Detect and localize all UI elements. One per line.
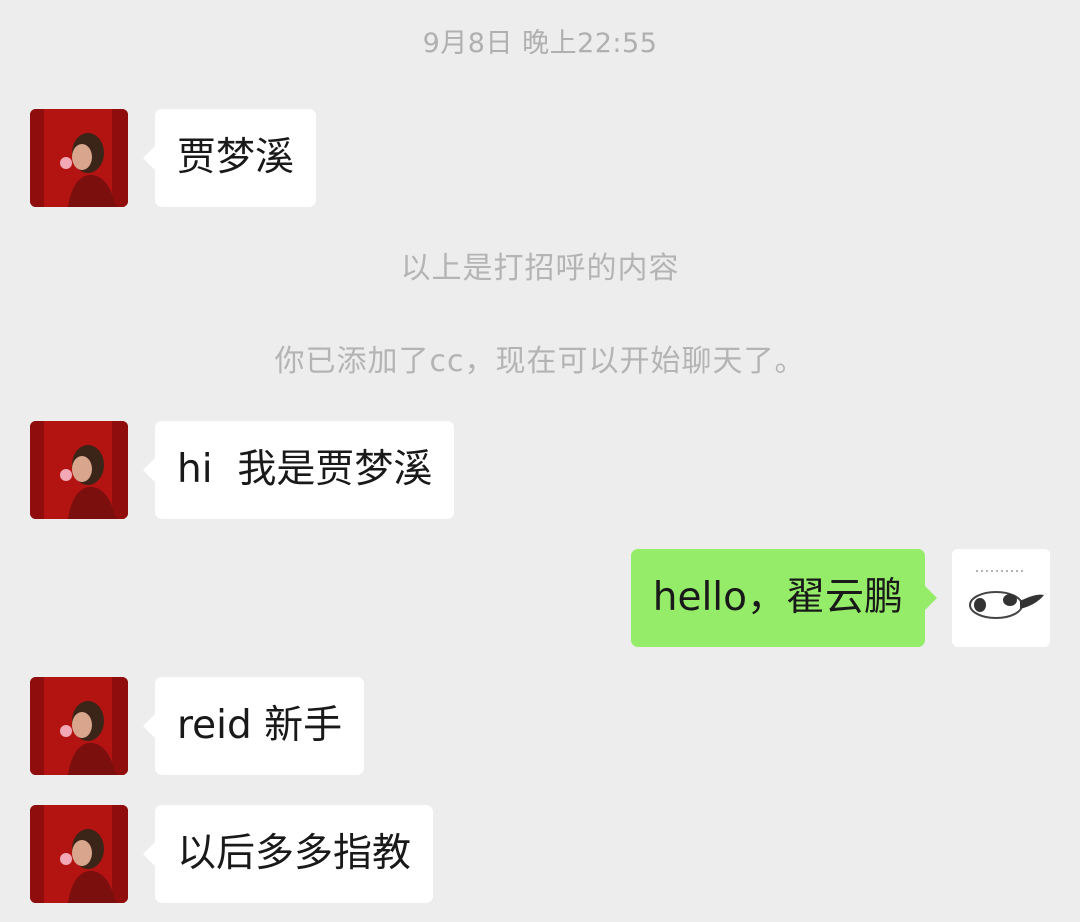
- incoming-message-bubble[interactable]: 贾梦溪: [142, 109, 317, 207]
- red-portrait-avatar-icon: [30, 677, 128, 775]
- incoming-message-bubble[interactable]: reid 新手: [142, 677, 365, 775]
- red-portrait-avatar-icon: [30, 421, 128, 519]
- outgoing-message-bubble[interactable]: hello，翟云鹏: [630, 549, 938, 647]
- red-portrait-avatar-icon: [30, 109, 128, 207]
- my-avatar[interactable]: [952, 549, 1050, 647]
- incoming-message-bubble[interactable]: hi 我是贾梦溪: [142, 421, 455, 519]
- chat-window: 9月8日 晚上22:55 贾梦溪 以上是打招呼的内容 你已添加了cc，现在可以开…: [0, 0, 1080, 922]
- cartoon-animal-avatar-icon: [952, 549, 1050, 647]
- contact-avatar[interactable]: [30, 677, 128, 775]
- red-portrait-avatar-icon: [30, 805, 128, 903]
- incoming-message-bubble[interactable]: 以后多多指教: [142, 805, 434, 903]
- contact-avatar[interactable]: [30, 109, 128, 207]
- contact-avatar[interactable]: [30, 421, 128, 519]
- contact-avatar[interactable]: [30, 805, 128, 903]
- system-message-friend-added: 你已添加了cc，现在可以开始聊天了。: [274, 344, 806, 379]
- system-message-greeting-note: 以上是打招呼的内容: [400, 251, 680, 286]
- message-timestamp: 9月8日 晚上22:55: [422, 28, 658, 59]
